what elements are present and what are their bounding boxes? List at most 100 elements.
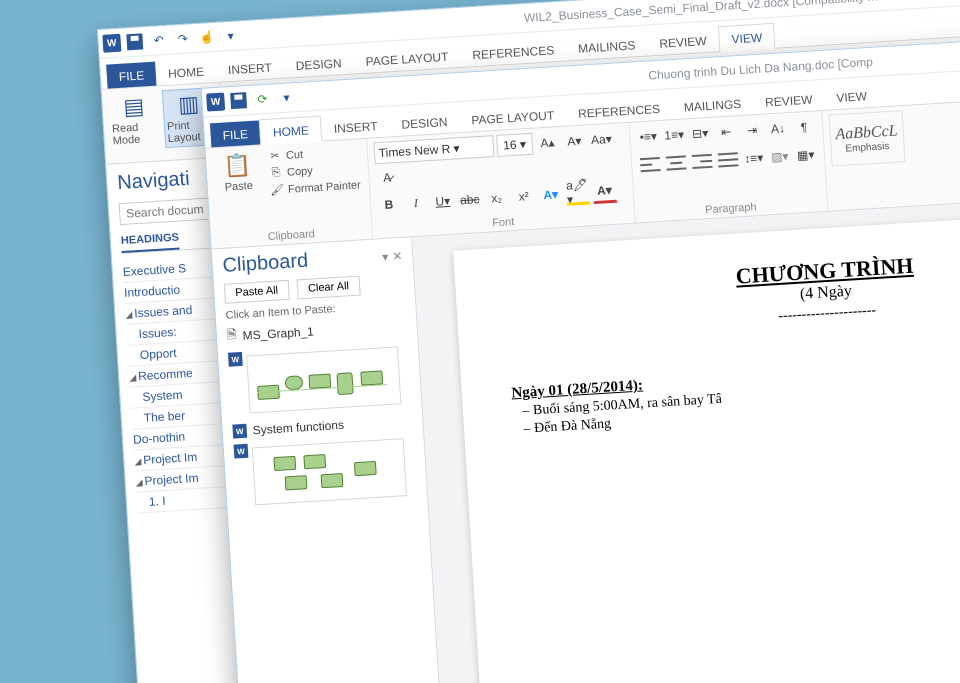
font-name-value: Times New R [378,142,450,160]
word-app-icon: W [206,92,225,111]
word-doc-icon: W [232,424,247,439]
clipboard-pane-title: Clipboard [222,250,309,278]
increase-font-icon[interactable]: A▴ [535,131,560,154]
paragraph-group: •≡▾ 1≡▾ ⊟▾ ⇤ ⇥ A↓ ¶ ↕≡▾ ▨▾ ▦▾ [629,111,828,223]
tab-insert[interactable]: INSERT [215,54,284,82]
align-left-button[interactable] [637,153,662,176]
heading-text: Executive S [122,261,186,279]
style-emphasis[interactable]: AaBbCcL Emphasis [828,110,905,166]
subscript-button[interactable]: x₂ [484,186,509,209]
heading-text: Recomme [138,366,193,383]
tab-home[interactable]: HOME [155,58,216,86]
superscript-button[interactable]: x² [511,185,536,208]
nav-tab-headings[interactable]: HEADINGS [121,232,180,254]
italic-button[interactable]: I [403,191,428,214]
tab-review[interactable]: REVIEW [647,27,720,55]
read-mode-icon: ▤ [123,93,145,120]
increase-indent-button[interactable]: ⇥ [739,119,764,142]
multilevel-list-button[interactable]: ⊟▾ [688,122,713,145]
numbering-button[interactable]: 1≡▾ [662,123,687,146]
clipboard-thumbnail[interactable] [252,438,407,505]
clipboard-pane: Clipboard ▾ ✕ Paste All Clear All Click … [212,237,446,683]
refresh-icon[interactable]: ⟳ [252,89,273,110]
heading-text: The ber [143,408,185,424]
touch-mode-icon[interactable]: ☝ [196,27,217,48]
borders-button[interactable]: ▦▾ [793,143,818,166]
document-area[interactable]: CHƯƠNG TRÌNH (4 Ngày -------------------… [412,187,960,683]
strikethrough-button[interactable]: abc [457,188,482,211]
collapse-icon[interactable]: ◢ [129,372,137,382]
paste-label: Paste [224,180,253,194]
bold-button[interactable]: B [376,193,401,216]
bullets-button[interactable]: •≡▾ [636,125,661,148]
decrease-font-icon[interactable]: A▾ [562,129,587,152]
justify-button[interactable] [715,148,740,171]
clipboard-item-label: MS_Graph_1 [242,324,314,342]
heading-text: Issues and [134,303,193,321]
heading-text: Issues: [138,325,177,341]
tab-design[interactable]: DESIGN [389,108,460,136]
tab-design[interactable]: DESIGN [283,50,354,78]
align-center-button[interactable] [663,151,688,174]
document-icon: 🗎 [226,325,237,347]
shading-button[interactable]: ▨▾ [767,145,792,168]
format-painter-button[interactable]: 🖌Format Painter [268,177,363,198]
undo-icon[interactable]: ↶ [148,30,169,51]
paste-all-button[interactable]: Paste All [224,280,290,304]
clipboard-item-label: System functions [252,418,344,438]
clear-formatting-icon[interactable]: A̷ [375,166,400,189]
collapse-icon[interactable]: ◢ [125,310,133,320]
clear-all-button[interactable]: Clear All [296,276,360,300]
line-spacing-button[interactable]: ↕≡▾ [741,147,766,170]
paste-button[interactable]: 📋 Paste [212,149,265,196]
save-icon[interactable] [124,31,145,52]
paste-icon: 📋 [223,152,252,180]
highlight-color-button[interactable]: a🖊▾ [565,180,590,205]
qat-dropdown-icon[interactable]: ▾ [220,25,241,46]
change-case-icon[interactable]: Aa▾ [589,128,614,151]
cut-label: Cut [286,148,304,161]
heading-text: Introductio [124,283,181,300]
styles-group: AaBbCcL Emphasis [822,106,914,211]
tab-file[interactable]: FILE [106,62,157,89]
font-size-select[interactable]: 16 ▾ [496,133,533,157]
tab-mailings[interactable]: MAILINGS [671,90,754,119]
tab-insert[interactable]: INSERT [321,112,390,140]
tab-home[interactable]: HOME [259,116,322,146]
align-right-button[interactable] [689,150,714,173]
style-name: Emphasis [845,140,889,154]
tab-view[interactable]: VIEW [718,23,776,52]
pane-options-icon[interactable]: ▾ [382,249,389,263]
read-mode-button[interactable]: ▤ Read Mode [108,91,161,150]
redo-icon[interactable]: ↷ [172,28,193,49]
word-doc-icon: W [234,444,249,459]
tab-review[interactable]: REVIEW [752,86,825,114]
document-page: CHƯƠNG TRÌNH (4 Ngày -------------------… [453,206,960,683]
tab-mailings[interactable]: MAILINGS [565,32,648,61]
qat-dropdown-icon[interactable]: ▾ [276,87,297,108]
tab-view[interactable]: VIEW [824,83,880,110]
close-icon[interactable]: ✕ [392,248,403,263]
collapse-icon[interactable]: ◢ [135,477,143,487]
read-mode-label: Read Mode [112,121,159,148]
heading-text: Project Im [144,471,199,488]
word-app-icon: W [102,34,121,53]
word-doc-icon: W [228,352,243,367]
decrease-indent-button[interactable]: ⇤ [714,120,739,143]
show-marks-button[interactable]: ¶ [791,115,816,138]
heading-text: Do-nothin [133,430,186,447]
font-name-select[interactable]: Times New R ▾ [373,135,494,164]
save-icon[interactable] [228,90,249,111]
text-effects-icon[interactable]: A▾ [538,183,563,206]
clipboard-thumbnail[interactable] [246,346,401,413]
tab-file[interactable]: FILE [210,120,261,147]
sort-button[interactable]: A↓ [765,117,790,140]
print-layout-icon: ▥ [178,91,200,118]
heading-text: 1. I [148,494,166,509]
underline-button[interactable]: U▾ [430,190,455,213]
font-color-button[interactable]: A▾ [592,179,617,204]
copy-label: Copy [287,165,313,179]
word-window-2: W ⟳ ▾ Chuong trinh Du Lich Da Nang.doc [… [201,26,960,683]
collapse-icon[interactable]: ◢ [134,456,142,466]
heading-text: Opport [140,346,177,362]
